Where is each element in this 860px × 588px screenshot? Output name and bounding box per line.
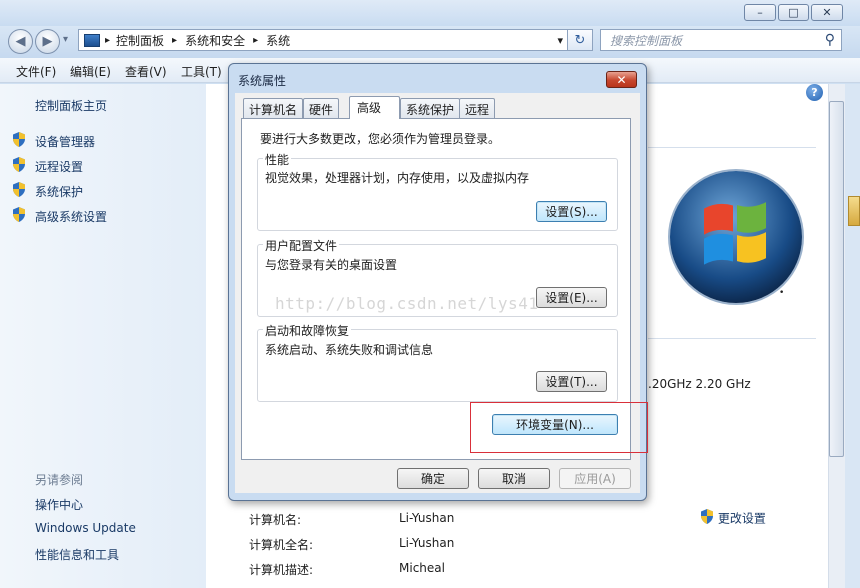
dialog-title: 系统属性 bbox=[238, 74, 287, 88]
cancel-button[interactable]: 取消 bbox=[478, 468, 550, 489]
computer-name-value: Li-Yushan bbox=[399, 511, 455, 525]
minimize-button[interactable]: – bbox=[744, 4, 776, 21]
refresh-button[interactable]: ↻ bbox=[568, 29, 593, 51]
maximize-button[interactable]: □ bbox=[778, 4, 809, 21]
admin-note: 要进行大多数更改，您必须作为管理员登录。 bbox=[260, 132, 501, 146]
breadcrumb-sep-icon: ▸ bbox=[105, 34, 111, 46]
device-manager-link[interactable]: 设备管理器 bbox=[35, 133, 95, 150]
trademark-dot: • bbox=[779, 288, 785, 298]
dialog-close-button[interactable]: ✕ bbox=[606, 71, 637, 88]
back-button[interactable]: ◀ bbox=[8, 29, 33, 54]
scrollbar-thumb[interactable] bbox=[829, 101, 844, 457]
watermark-text: http://blog.csdn.net/lys41 bbox=[275, 294, 539, 313]
search-icon[interactable]: ⚲ bbox=[825, 32, 835, 48]
address-bar[interactable]: ▸ 控制面板 ▸ 系统和安全 ▸ 系统 ▾ bbox=[78, 29, 568, 51]
divider bbox=[648, 338, 816, 339]
recent-pages-dropdown[interactable]: ▾ bbox=[63, 34, 68, 45]
tab-hardware[interactable]: 硬件 bbox=[303, 98, 340, 118]
user-profiles-desc: 与您登录有关的桌面设置 bbox=[265, 258, 398, 272]
user-profiles-group-title: 用户配置文件 bbox=[263, 237, 340, 254]
control-panel-home-link[interactable]: 控制面板主页 bbox=[35, 97, 107, 114]
apply-button[interactable]: 应用(A) bbox=[559, 468, 631, 489]
window-titlebar bbox=[0, 0, 860, 26]
breadcrumb-sep-icon: ▸ bbox=[172, 34, 178, 46]
change-settings-link[interactable]: 更改设置 bbox=[700, 509, 766, 527]
startup-recovery-settings-button[interactable]: 设置(T)... bbox=[536, 371, 607, 392]
close-button[interactable]: ✕ bbox=[811, 4, 843, 21]
breadcrumb-system-security[interactable]: 系统和安全 bbox=[185, 32, 245, 49]
breadcrumb-sep-icon: ▸ bbox=[253, 34, 259, 46]
search-input[interactable]: 搜索控制面板 ⚲ bbox=[600, 29, 842, 51]
tab-system-protection[interactable]: 系统保护 bbox=[400, 98, 461, 118]
shield-icon bbox=[12, 157, 26, 172]
windows-logo-icon bbox=[670, 171, 802, 303]
help-icon[interactable]: ? bbox=[806, 84, 823, 101]
folder-icon bbox=[848, 196, 860, 226]
startup-recovery-desc: 系统启动、系统失败和调试信息 bbox=[265, 343, 434, 357]
tab-computer-name[interactable]: 计算机名 bbox=[243, 98, 304, 118]
menu-file[interactable]: 文件(F) bbox=[16, 63, 56, 80]
menu-tools[interactable]: 工具(T) bbox=[181, 63, 222, 80]
system-protection-link[interactable]: 系统保护 bbox=[35, 183, 83, 200]
desktop-edge bbox=[845, 84, 860, 588]
shield-icon bbox=[12, 207, 26, 222]
shield-icon bbox=[700, 509, 714, 527]
shield-icon bbox=[12, 182, 26, 197]
control-panel-icon bbox=[84, 33, 100, 47]
remote-settings-link[interactable]: 远程设置 bbox=[35, 158, 83, 175]
breadcrumb-control-panel[interactable]: 控制面板 bbox=[116, 32, 164, 49]
performance-settings-button[interactable]: 设置(S)... bbox=[536, 201, 607, 222]
ok-button[interactable]: 确定 bbox=[397, 468, 469, 489]
action-center-link[interactable]: 操作中心 bbox=[35, 496, 83, 513]
change-settings-label: 更改设置 bbox=[717, 511, 766, 526]
processor-speed: .20GHz 2.20 GHz bbox=[648, 377, 751, 391]
tab-advanced[interactable]: 高级 bbox=[349, 96, 400, 119]
see-also-heading: 另请参阅 bbox=[35, 473, 84, 487]
menu-view[interactable]: 查看(V) bbox=[125, 63, 167, 80]
highlight-box bbox=[470, 402, 648, 453]
computer-description-label: 计算机描述: bbox=[249, 563, 314, 577]
advanced-system-settings-link[interactable]: 高级系统设置 bbox=[35, 208, 107, 225]
menu-edit[interactable]: 编辑(E) bbox=[70, 63, 111, 80]
shield-icon bbox=[12, 132, 26, 147]
computer-name-label: 计算机名: bbox=[249, 513, 302, 527]
full-computer-name-label: 计算机全名: bbox=[249, 538, 314, 552]
performance-desc: 视觉效果，处理器计划，内存使用，以及虚拟内存 bbox=[265, 171, 530, 185]
divider bbox=[648, 147, 816, 148]
windows-update-link[interactable]: Windows Update bbox=[35, 521, 136, 535]
search-placeholder: 搜索控制面板 bbox=[610, 33, 683, 48]
performance-info-link[interactable]: 性能信息和工具 bbox=[35, 546, 119, 563]
forward-button[interactable]: ▶ bbox=[35, 29, 60, 54]
full-computer-name-value: Li-Yushan bbox=[399, 536, 455, 550]
user-profiles-settings-button[interactable]: 设置(E)... bbox=[536, 287, 607, 308]
computer-description-value: Micheal bbox=[399, 561, 445, 575]
address-dropdown-icon[interactable]: ▾ bbox=[557, 34, 563, 47]
left-nav-pane: 控制面板主页 设备管理器 远程设置 系统保护 高级系统设置 另请参阅 操作中心 … bbox=[0, 84, 206, 588]
startup-recovery-group-title: 启动和故障恢复 bbox=[263, 322, 352, 339]
breadcrumb-system[interactable]: 系统 bbox=[266, 32, 290, 49]
performance-group-title: 性能 bbox=[263, 151, 292, 168]
tab-remote[interactable]: 远程 bbox=[459, 98, 496, 118]
